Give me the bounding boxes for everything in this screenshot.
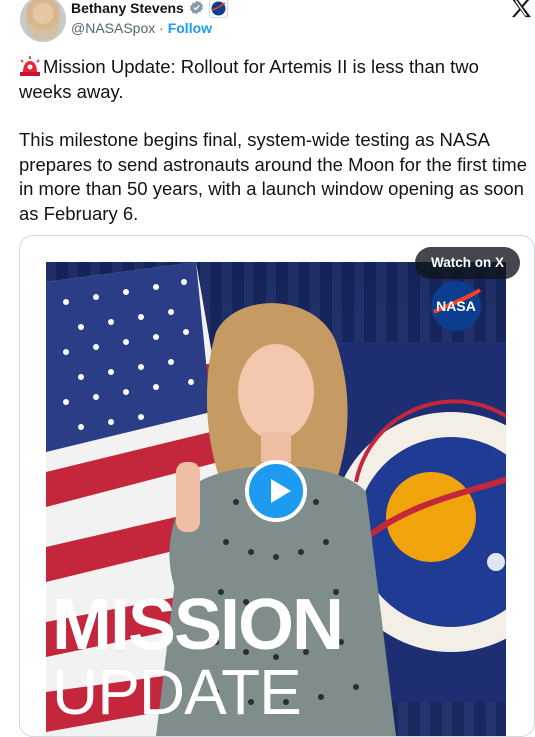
- alarm-light-emoji: [20, 56, 40, 76]
- x-logo-icon[interactable]: [510, 0, 532, 18]
- play-video-button[interactable]: [245, 460, 307, 522]
- avatar-photo: [26, 0, 60, 40]
- tweet-line-1: Mission Update: Rollout for Artemis II i…: [19, 56, 479, 102]
- tweet-text: Mission Update: Rollout for Artemis II i…: [19, 55, 531, 226]
- mission-title: MISSION: [52, 585, 344, 665]
- nasa-affiliate-icon: [209, 0, 228, 18]
- author-handle[interactable]: @NASASpox: [71, 20, 155, 36]
- separator-dot: ·: [159, 20, 164, 36]
- avatar[interactable]: [20, 0, 66, 42]
- follow-button[interactable]: Follow: [168, 20, 212, 36]
- tweet-header: Bethany Stevens @NASASpox · Follow: [0, 0, 535, 44]
- nasa-logo-text: NASA: [436, 298, 476, 314]
- tweet-paragraph-2: This milestone begins final, system-wide…: [19, 129, 528, 224]
- watch-on-x-button[interactable]: Watch on X: [415, 247, 520, 279]
- author-handle-line: @NASASpox · Follow: [71, 20, 212, 36]
- update-title: UPDATE: [52, 656, 302, 728]
- verified-badge-icon: [190, 0, 203, 15]
- tweet-paragraph-1: Mission Update: Rollout for Artemis II i…: [19, 55, 531, 104]
- author-name[interactable]: Bethany Stevens: [71, 0, 184, 16]
- nasa-logo-icon: NASA: [431, 281, 482, 331]
